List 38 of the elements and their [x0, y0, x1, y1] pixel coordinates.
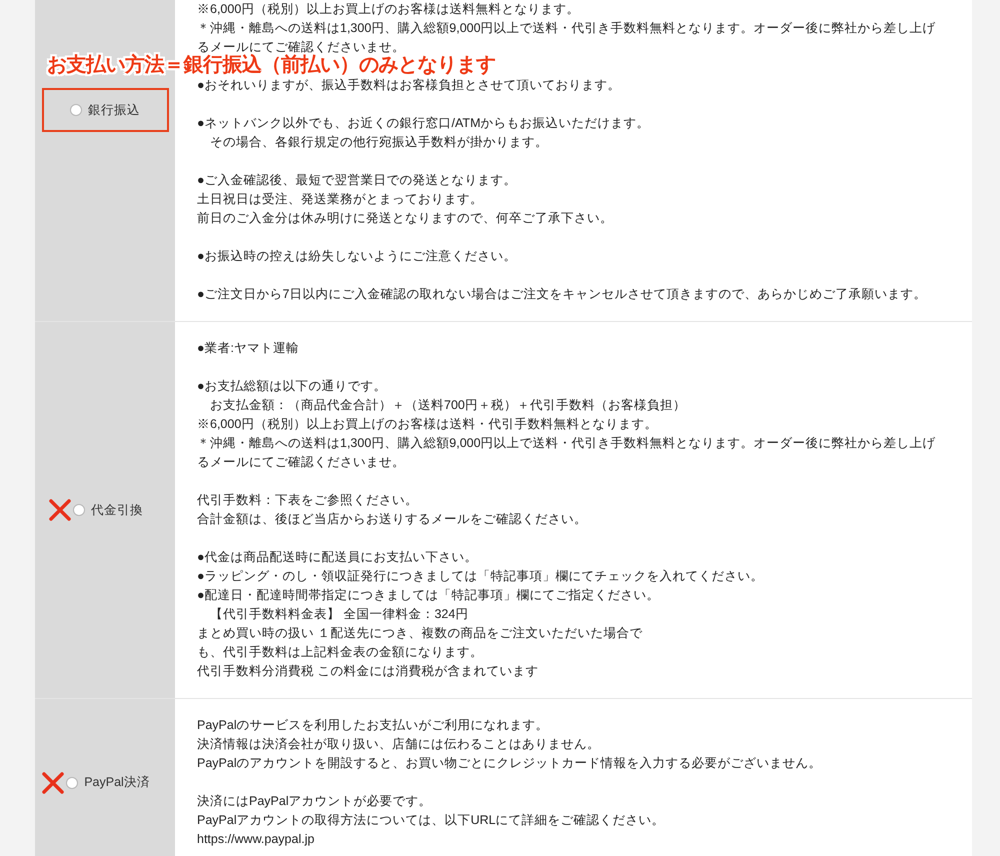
- payment-method-label: PayPal決済: [84, 774, 150, 791]
- description-text: るメールにてご確認くださいませ。: [197, 39, 405, 54]
- description-text: ●配達日・配達時間帯指定につきましては「特記事項」欄にてご指定ください。: [197, 587, 660, 604]
- description-text: ※6,000円（税別）以上お買上げのお客様は送料・代引手数料無料となります。: [197, 416, 658, 433]
- description-text: ●ネットバンク以外でも、お近くの銀行窓口/ATMからもお振込いただけます。: [197, 115, 650, 132]
- description-text: ＊沖縄・離島への送料は1,300円、購入総額9,000円以上で送料・代引き手数料無料となります。オーダー後に弊社から差し上げ: [197, 435, 936, 452]
- description-text: 決済にはPayPalアカウントが必要です。: [197, 793, 432, 810]
- description-text: 前日のご入金分は休み明けに発送となりますので、何卒ご了承下さい。: [197, 210, 613, 227]
- description-text: るメールにてご確認くださいませ。: [197, 454, 405, 471]
- description-text: 【代引手数料料金表】 全国一律料金：324円: [209, 606, 468, 623]
- description-text: ●おそれいりますが、振込手数料はお客様負担とさせて頂いております。: [197, 77, 621, 94]
- description-text: ●代金は商品配送時に配送員にお支払い下さい。: [197, 549, 478, 566]
- description-text: その場合、各銀行規定の他行宛振込手数料が掛かります。: [209, 134, 548, 151]
- payment-method-label: 銀行振込: [88, 102, 140, 118]
- description-text: 代引手数料：下表をご参照ください。: [197, 492, 418, 509]
- description-text: ●お支払総額は以下の通りです。: [197, 378, 387, 395]
- description-text: ●ラッピング・のし・領収証発行につきましては「特記事項」欄にてチェックを入れてください。: [197, 568, 764, 585]
- description-text: ●ご入金確認後、最短で翌営業日での発送となります。: [197, 172, 517, 189]
- description-text: ※6,000円（税別）以上お買上げのお客様は送料無料となります。: [197, 1, 580, 18]
- description-text: まとめ買い時の扱い １配送先につき、複数の商品をご注文いただいた場合で: [197, 625, 642, 642]
- description-text: お支払金額：（商品代金合計）＋（送料700円＋税）＋代引手数料（お客様負担）: [209, 397, 686, 414]
- description-text: 代引手数料分消費税 この料金には消費税が含まれています: [197, 663, 538, 680]
- description-text: PayPalのサービスを利用したお支払いがご利用になれます。: [197, 717, 549, 734]
- description-text: ●ご注文日から7日以内にご入金確認の取れない場合はご注文をキャンセルさせて頂きますので、あらかじめご了承願います。: [197, 286, 927, 303]
- description-text: 土日祝日は受注、発送業務がとまっております。: [197, 191, 483, 208]
- description-text: PayPalのアカウントを開設すると、お買い物ごとにクレジットカード情報を入力する必要がございません。: [197, 755, 822, 772]
- description-text: 合計金額は、後ほど当店からお送りするメールをご確認ください。: [197, 511, 587, 528]
- radio-button[interactable]: [66, 776, 78, 788]
- description-text: ＊沖縄・離島への送料は1,300円、購入総額9,000円以上で送料・代引き手数料無料となります。オーダー後に弊社から差し上げ: [197, 20, 936, 37]
- description-text: ●お振込時の控えは紛失しないようにご注意ください。: [197, 248, 517, 265]
- description-text: ●業者:ヤマト運輸: [197, 340, 300, 357]
- radio-button[interactable]: [70, 104, 82, 116]
- description-text: PayPalアカウントの取得方法については、以下URLにて詳細をご確認ください。: [197, 812, 665, 829]
- radio-button[interactable]: [73, 504, 85, 516]
- description-text: も、代引手数料は上記料金表の金額になります。: [197, 644, 483, 661]
- description-text: 決済情報は決済会社が取り扱い、店舗には伝わることはありません。: [197, 736, 600, 753]
- payment-method-label: 代金引換: [91, 502, 143, 518]
- description-text: https://www.paypal.jp: [197, 831, 314, 848]
